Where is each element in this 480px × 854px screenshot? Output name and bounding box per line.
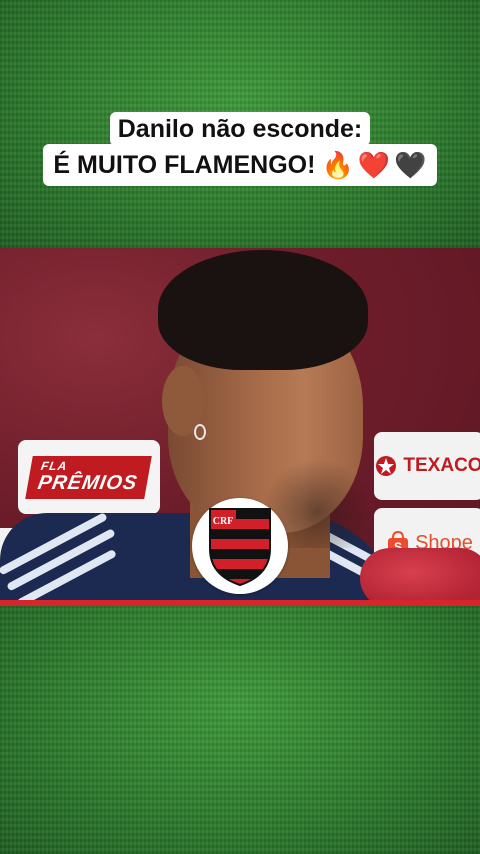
player-hair: [158, 250, 368, 370]
caption-overlay: Danilo não esconde: É MUITO FLAMENGO! 🔥 …: [0, 112, 480, 186]
earring-icon: [194, 424, 206, 440]
microphone: [360, 548, 480, 606]
red-heart-emoji-icon: ❤️: [357, 150, 391, 180]
flamengo-crest-icon: CRF: [209, 508, 271, 587]
caption-line-2-wrap: É MUITO FLAMENGO! 🔥 ❤️ 🖤: [43, 144, 437, 186]
turf-background-bottom: [0, 606, 480, 854]
flamengo-badge: CRF: [192, 498, 288, 594]
black-heart-emoji-icon: 🖤: [394, 150, 427, 180]
fire-emoji-icon: 🔥: [321, 150, 354, 180]
caption-line-2: É MUITO FLAMENGO!: [53, 151, 316, 179]
crest-monogram: CRF: [213, 516, 234, 527]
caption-line-1: Danilo não esconde:: [109, 112, 371, 146]
